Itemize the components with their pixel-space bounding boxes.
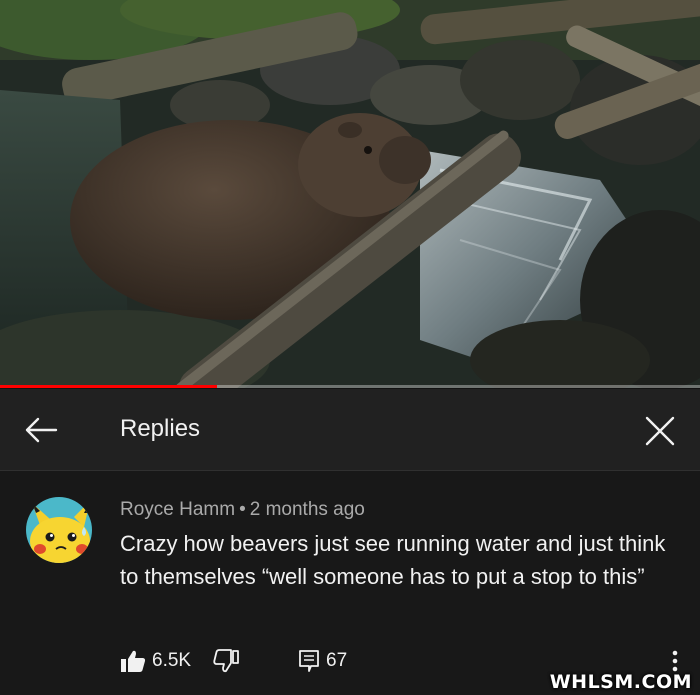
close-icon: [645, 416, 675, 446]
like-button[interactable]: 6.5K: [120, 646, 191, 676]
comment-thread-item: Royce Hamm • 2 months ago Crazy how beaver…: [0, 471, 700, 695]
close-button[interactable]: [640, 411, 680, 451]
comment-text: Crazy how beavers just see running water…: [120, 531, 666, 589]
thumbs-down-outline-icon: [213, 649, 239, 673]
comment-meta: Royce Hamm • 2 months ago: [120, 499, 365, 521]
page-title: Replies: [120, 415, 201, 442]
dislike-button[interactable]: [213, 646, 239, 676]
video-progress-fill: [0, 385, 217, 388]
comment-author[interactable]: Royce Hamm: [120, 499, 235, 520]
arrow-left-icon: [25, 417, 58, 443]
reply-button[interactable]: 67: [298, 646, 347, 676]
more-vertical-icon: [672, 650, 678, 672]
reply-count: 67: [326, 650, 348, 671]
pikachu-avatar-icon: [26, 497, 92, 563]
video-player[interactable]: [0, 0, 700, 388]
replies-header: Replies: [0, 389, 700, 471]
video-frame-beaver: [0, 0, 700, 388]
watermark: WHLSM.COM: [549, 671, 692, 693]
thumbs-up-filled-icon: [121, 650, 146, 672]
comment-time: 2 months ago: [249, 499, 365, 520]
like-count: 6.5K: [152, 650, 192, 671]
meta-separator: •: [239, 499, 246, 520]
reply-comment-icon: [299, 650, 319, 672]
back-button[interactable]: [22, 411, 60, 449]
avatar[interactable]: [26, 497, 92, 563]
video-progress-bar[interactable]: [0, 385, 700, 388]
